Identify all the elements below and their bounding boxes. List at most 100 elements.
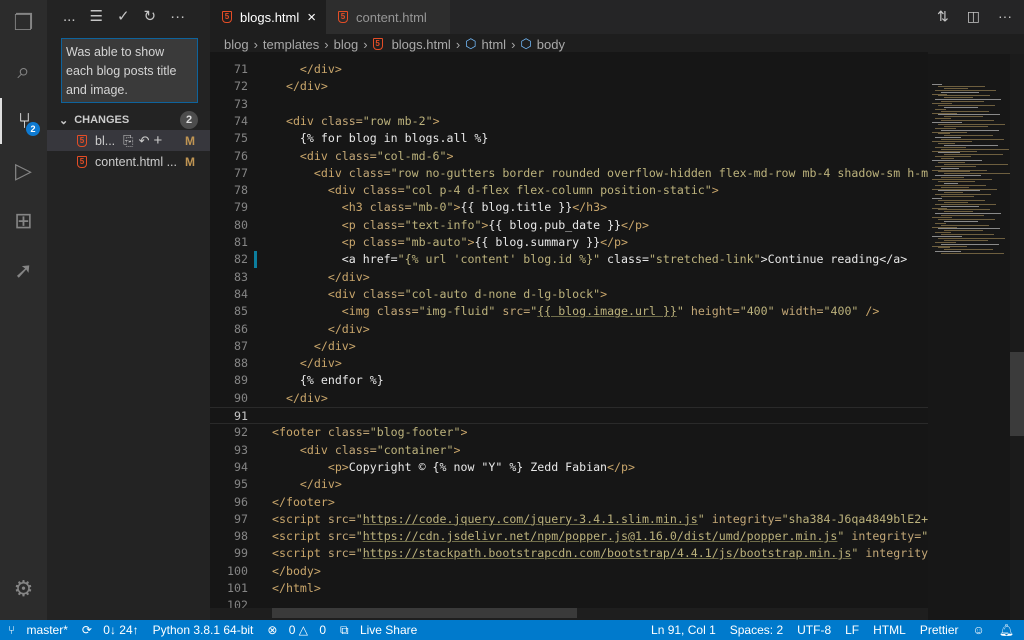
code-line[interactable]: 102 <box>210 597 928 608</box>
cursor-position[interactable]: Ln 91, Col 1 <box>651 623 716 637</box>
line-ending[interactable]: LF <box>845 623 859 637</box>
code-line[interactable]: 71 </div> <box>210 61 928 78</box>
code-line[interactable]: 75 {% for blog in blogs.all %} <box>210 130 928 147</box>
refresh-icon[interactable]: ↻ <box>144 7 157 25</box>
code-line[interactable]: 83 </div> <box>210 269 928 286</box>
more-left-button[interactable]: ... <box>63 8 76 25</box>
minimap-line <box>941 253 1004 255</box>
code-line[interactable]: 94 <p>Copyright © {% now "Y" %} Zedd Fab… <box>210 459 928 476</box>
minimap-line <box>935 222 946 224</box>
code-line[interactable]: 96 </footer> <box>210 494 928 511</box>
code-line[interactable]: 92 <footer class="blog-footer"> <box>210 424 928 441</box>
tab-content-html[interactable]: 5 content.html <box>326 0 450 34</box>
status-bar: ⑂ master* ⟳ 0↓ 24↑ Python 3.8.1 64-bit ⊗… <box>0 620 1024 640</box>
vertical-scrollbar[interactable] <box>1010 54 1024 620</box>
breadcrumb-item[interactable]: blogs.html <box>392 37 451 52</box>
search-icon[interactable]: ⌕ <box>0 48 47 94</box>
code-line[interactable]: 86 </div> <box>210 321 928 338</box>
code-token: src= <box>327 529 356 544</box>
minimap-line <box>944 201 968 203</box>
commit-check-icon[interactable]: ✓ <box>117 7 130 25</box>
feedback-icon[interactable]: ☺ <box>973 623 985 637</box>
python-interpreter[interactable]: Python 3.8.1 64-bit <box>153 623 254 637</box>
line-text: <p class="text-info">{{ blog.pub_date }}… <box>272 217 649 234</box>
code-line[interactable]: 82 <a href="{% url 'content' blog.id %}"… <box>210 251 928 269</box>
minimap-line <box>941 148 1009 150</box>
code-line[interactable]: 79 <h3 class="mb-0">{{ blog.title }}</h3… <box>210 199 928 216</box>
changes-header[interactable]: ⌄ CHANGES 2 <box>47 110 210 130</box>
changed-file-item[interactable]: 5 bl... ⎘ ↶ + M <box>47 130 210 151</box>
bell-icon[interactable]: 🔔︎ <box>999 623 1014 637</box>
breadcrumb-item[interactable]: templates <box>263 37 319 52</box>
gear-icon[interactable]: ⚙ <box>0 566 47 612</box>
code-line[interactable]: 99 <script src="https://stackpath.bootstr… <box>210 545 928 562</box>
explorer-icon[interactable]: ❐ <box>0 0 47 46</box>
code-token: <p> <box>272 459 349 474</box>
tree-view-icon[interactable]: ☰ <box>90 7 103 25</box>
stage-plus-icon[interactable]: + <box>153 132 162 149</box>
code-line[interactable]: 98 <script src="https://cdn.jsdelivr.net/… <box>210 528 928 545</box>
code-line[interactable]: 85 <img class="img-fluid" src= "{{ blog.i… <box>210 303 928 320</box>
discard-icon[interactable]: ↶ <box>139 133 150 149</box>
code-token: > <box>453 442 461 457</box>
code-line[interactable]: 95 </div> <box>210 476 928 493</box>
code-token: Copyright © {% now "Y" %} Zedd Fabian <box>348 459 608 474</box>
language-mode[interactable]: HTML <box>873 623 906 637</box>
commit-message-input[interactable]: Was able to show each blog posts title a… <box>61 38 198 103</box>
scrollbar-thumb[interactable] <box>1010 352 1024 436</box>
code-line[interactable]: 100 </body> <box>210 563 928 580</box>
breadcrumb-item[interactable]: blog <box>224 37 249 52</box>
code-line[interactable]: 101 </html> <box>210 580 928 597</box>
run-debug-icon[interactable]: ▷ <box>0 148 47 194</box>
live-share-icon[interactable]: ➚ <box>0 248 47 294</box>
code-token: "400" <box>823 304 866 319</box>
line-text: {% endfor %} <box>272 372 384 389</box>
tab-blogs-html[interactable]: 5 blogs.html × <box>210 0 326 34</box>
open-file-icon[interactable]: ⎘ <box>123 133 133 149</box>
compare-changes-icon[interactable]: ⇅ <box>937 8 949 25</box>
code-token: > <box>432 113 440 128</box>
code-line[interactable]: 93 <div class="container"> <box>210 442 928 459</box>
sync-status[interactable]: ⟳ 0↓ 24↑ <box>82 623 139 637</box>
code-line[interactable]: 87 </div> <box>210 338 928 355</box>
code-line[interactable]: 73 <box>210 96 928 113</box>
code-line[interactable]: 80 <p class="text-info">{{ blog.pub_date… <box>210 217 928 234</box>
more-actions-icon[interactable]: ··· <box>170 8 185 25</box>
extensions-icon[interactable]: ⊞ <box>0 198 47 244</box>
code-line[interactable]: 90 </div> <box>210 390 928 407</box>
code-editor[interactable]: 71 </div> 72 </div> 73 74 <div class="row m… <box>210 52 928 608</box>
horizontal-scrollbar[interactable] <box>272 608 577 618</box>
modified-gutter-marker[interactable] <box>254 251 257 269</box>
code-token: src= <box>502 304 531 319</box>
split-editor-icon[interactable]: ◫ <box>967 8 980 25</box>
encoding[interactable]: UTF-8 <box>797 623 831 637</box>
formatter[interactable]: Prettier <box>920 623 959 637</box>
code-token: /> <box>865 304 880 319</box>
code-line[interactable]: 89 {% endfor %} <box>210 372 928 389</box>
code-line[interactable]: 78 <div class="col p-4 d-flex flex-colum… <box>210 182 928 199</box>
more-actions-icon[interactable]: ··· <box>998 8 1012 25</box>
code-line[interactable]: 81 <p class="mb-auto">{{ blog.summary }}… <box>210 234 928 251</box>
branch-status[interactable]: ⑂ master* <box>8 623 68 637</box>
code-line[interactable]: 74 <div class="row mb-2"> <box>210 113 928 130</box>
minimap[interactable] <box>928 54 1010 620</box>
close-icon[interactable]: × <box>307 9 316 26</box>
changed-file-item[interactable]: 5 content.html ... M <box>47 151 210 172</box>
source-control-icon[interactable]: ⑂ 2 <box>0 98 47 144</box>
breadcrumb-item[interactable]: html <box>482 37 507 52</box>
code-line[interactable]: 84 <div class="col-auto d-none d-lg-bloc… <box>210 286 928 303</box>
code-line[interactable]: 97 <script src="https://code.jquery.com/j… <box>210 511 928 528</box>
breadcrumb-item[interactable]: blog <box>334 37 359 52</box>
code-token: src= <box>327 546 356 561</box>
code-token: <p <box>272 217 363 232</box>
code-token: </div> <box>272 269 370 284</box>
code-line[interactable]: 91 <box>210 407 928 425</box>
code-line[interactable]: 76 <div class="col-md-6"> <box>210 148 928 165</box>
problems-status[interactable]: ⊗ 0 △ 0 <box>267 623 326 637</box>
code-line[interactable]: 88 </div> <box>210 355 928 372</box>
code-line[interactable]: 77 <div class="row no-gutters border rou… <box>210 165 928 182</box>
code-line[interactable]: 72 </div> <box>210 78 928 95</box>
indentation[interactable]: Spaces: 2 <box>730 623 783 637</box>
breadcrumb-item[interactable]: body <box>537 37 565 52</box>
live-share-button[interactable]: ⧉ Live Share <box>340 623 417 638</box>
